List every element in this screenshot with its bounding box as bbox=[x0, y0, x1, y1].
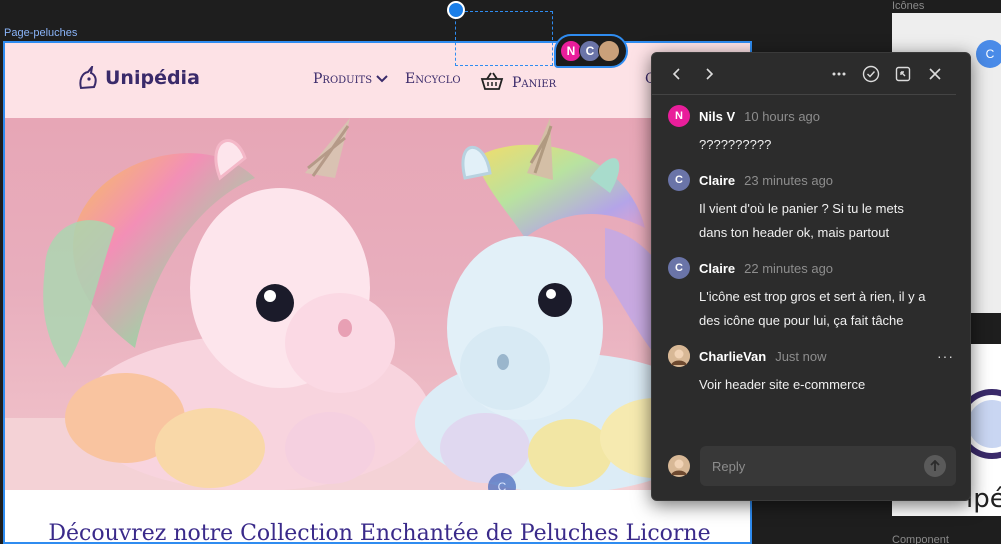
check-circle-icon[interactable] bbox=[860, 63, 882, 85]
selection-box[interactable] bbox=[455, 11, 553, 66]
basket-icon bbox=[480, 71, 504, 95]
nav-produits-label: Produits bbox=[313, 71, 373, 87]
comment-item[interactable]: N Nils V 10 hours ago ?????????? bbox=[668, 105, 954, 157]
site-logo[interactable]: Unipédia bbox=[77, 66, 200, 90]
reply-input[interactable] bbox=[700, 446, 956, 486]
collection-title: Découvrez notre Collection Enchantée de … bbox=[48, 521, 711, 544]
nav-produits[interactable]: Produits bbox=[313, 71, 405, 87]
component-frame-label[interactable]: Component bbox=[892, 534, 949, 544]
comment-author: Nils V bbox=[699, 108, 736, 124]
comment-body: L'icône est trop gros et sert à rien, il… bbox=[699, 289, 926, 328]
reply-row bbox=[668, 446, 956, 486]
comment-pin-cluster[interactable]: N C bbox=[554, 34, 628, 68]
hero-image[interactable]: C bbox=[5, 118, 750, 490]
unicorn-logo-icon bbox=[77, 66, 99, 90]
comment-time: 22 minutes ago bbox=[744, 260, 834, 276]
comment-author: Claire bbox=[699, 260, 736, 276]
side-frame-label[interactable]: Icônes bbox=[892, 0, 924, 12]
nav-encyclo-label: Encyclo bbox=[405, 71, 461, 87]
user-photo-icon bbox=[668, 455, 690, 477]
comment-body: ?????????? bbox=[699, 137, 772, 152]
comment-item[interactable]: C Claire 22 minutes ago L'icône est trop… bbox=[668, 257, 954, 333]
comment-time: Just now bbox=[775, 348, 827, 364]
avatar: C bbox=[668, 257, 690, 279]
avatar: C bbox=[668, 169, 690, 191]
unicorn-plush-illustration bbox=[5, 118, 750, 490]
side-comment-pin[interactable]: C bbox=[976, 40, 1001, 68]
chevron-down-icon bbox=[376, 73, 388, 86]
comment-panel: N Nils V 10 hours ago ?????????? C Clair… bbox=[651, 52, 971, 501]
more-icon[interactable] bbox=[828, 63, 850, 85]
close-icon[interactable] bbox=[924, 63, 946, 85]
side-logo-text: ipé bbox=[966, 484, 1001, 514]
chevron-left-icon[interactable] bbox=[666, 63, 688, 85]
comment-author: CharlieVan bbox=[699, 348, 767, 364]
comment-body: Il vient d'où le panier ? Si tu le mets … bbox=[699, 201, 904, 240]
comment-thread: N Nils V 10 hours ago ?????????? C Clair… bbox=[652, 95, 970, 397]
avatar bbox=[668, 455, 690, 477]
site-header: Unipédia Produits Encyclo Panier bbox=[5, 43, 750, 118]
user-photo-icon bbox=[668, 345, 690, 367]
nav-panier[interactable]: Panier bbox=[480, 71, 556, 95]
selection-handle[interactable] bbox=[447, 1, 465, 19]
comment-item[interactable]: CharlieVan Just now ··· Voir header site… bbox=[668, 345, 954, 397]
comment-toolbar bbox=[652, 53, 956, 95]
page-frame[interactable]: Unipédia Produits Encyclo Panier C Décou… bbox=[3, 41, 752, 544]
avatar bbox=[668, 345, 690, 367]
comment-more-icon[interactable]: ··· bbox=[937, 348, 954, 364]
frame-label[interactable]: Page-peluches bbox=[4, 27, 77, 39]
comment-time: 10 hours ago bbox=[744, 108, 821, 124]
comment-item[interactable]: C Claire 23 minutes ago Il vient d'où le… bbox=[668, 169, 954, 245]
comment-time: 23 minutes ago bbox=[744, 172, 834, 188]
send-arrow-icon[interactable] bbox=[924, 455, 946, 477]
logo-text: Unipédia bbox=[105, 67, 200, 89]
avatar bbox=[598, 40, 620, 62]
comment-author: Claire bbox=[699, 172, 736, 188]
comment-body: Voir header site e-commerce bbox=[699, 377, 866, 392]
nav-panier-label: Panier bbox=[512, 75, 557, 91]
main-nav: Produits Encyclo bbox=[313, 71, 485, 87]
chevron-right-icon[interactable] bbox=[698, 63, 720, 85]
avatar: N bbox=[668, 105, 690, 127]
nav-encyclo[interactable]: Encyclo bbox=[405, 71, 485, 87]
open-external-icon[interactable] bbox=[892, 63, 914, 85]
